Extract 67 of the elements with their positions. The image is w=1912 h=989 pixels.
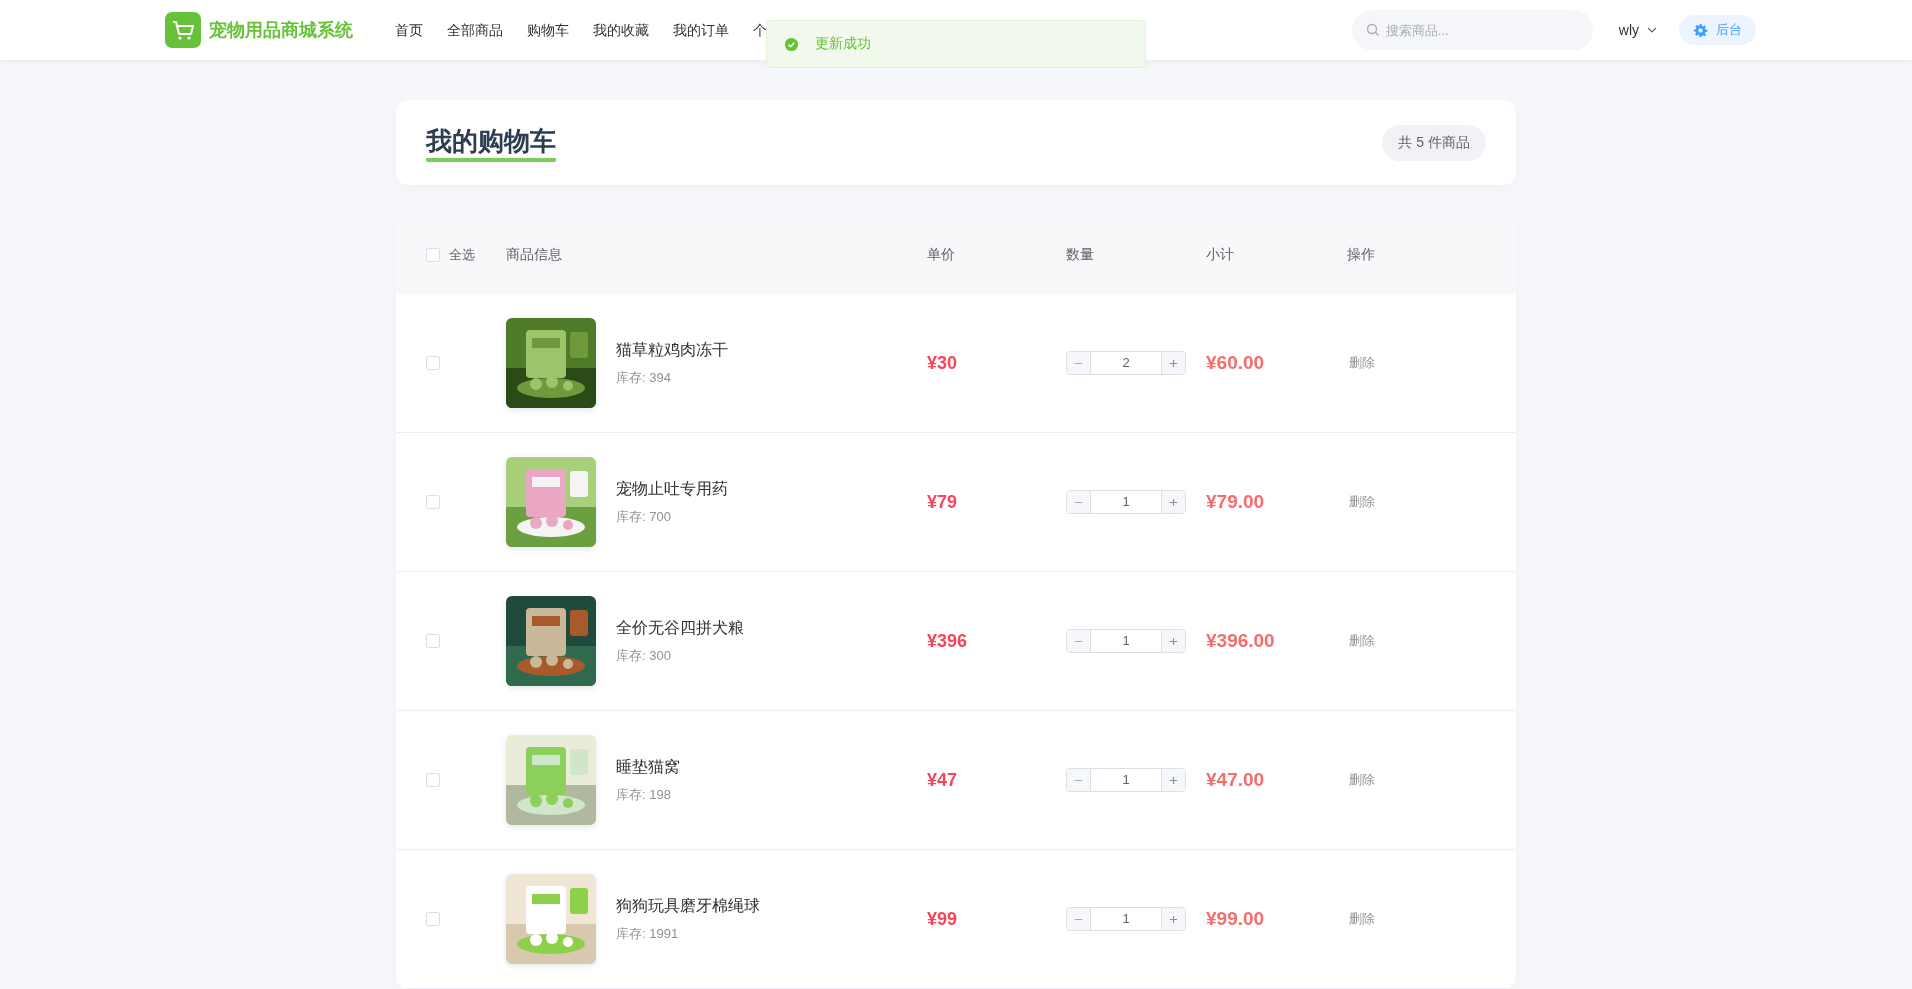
- row-checkbox[interactable]: [426, 912, 440, 926]
- stock-text: 库存: 700: [616, 507, 672, 526]
- row-checkbox[interactable]: [426, 495, 440, 509]
- product-name[interactable]: 睡垫猫窝: [616, 756, 680, 778]
- unit-price: ¥79: [927, 491, 958, 512]
- decrease-button[interactable]: [1067, 769, 1091, 791]
- subtotal: ¥79.00: [1206, 491, 1265, 512]
- subtotal: ¥396.00: [1206, 630, 1275, 651]
- increase-button[interactable]: [1161, 352, 1185, 374]
- select-all-label: 全选: [449, 245, 475, 264]
- plus-icon: [1169, 497, 1178, 507]
- column-header: 单价: [927, 245, 955, 262]
- page-title: 我的购物车: [426, 123, 556, 162]
- column-header: 商品信息: [506, 245, 562, 262]
- product-name[interactable]: 全价无谷四拼犬粮: [616, 617, 744, 639]
- check-circle-icon: [784, 36, 799, 52]
- nav-link[interactable]: 我的收藏: [581, 0, 661, 60]
- user-menu[interactable]: wly: [1618, 22, 1657, 38]
- column-header: 数量: [1066, 245, 1094, 262]
- nav-link[interactable]: 购物车: [515, 0, 581, 60]
- stock-text: 库存: 198: [616, 785, 672, 804]
- gear-icon: [1693, 22, 1708, 38]
- unit-price: ¥99: [927, 908, 958, 929]
- product-name[interactable]: 猫草粒鸡肉冻干: [616, 339, 728, 361]
- nav-link[interactable]: 全部商品: [435, 0, 515, 60]
- site-title: 宠物用品商城系统: [209, 19, 353, 42]
- subtotal: ¥47.00: [1206, 769, 1265, 790]
- decrease-button[interactable]: [1067, 491, 1091, 513]
- row-checkbox[interactable]: [426, 356, 440, 370]
- increase-button[interactable]: [1161, 491, 1185, 513]
- select-all-checkbox[interactable]: [426, 247, 440, 262]
- decrease-button[interactable]: [1067, 630, 1091, 652]
- increase-button[interactable]: [1161, 630, 1185, 652]
- column-header: 小计: [1206, 245, 1234, 262]
- subtotal: ¥99.00: [1206, 908, 1265, 929]
- stock-text: 库存: 1991: [616, 924, 680, 943]
- plus-icon: [1169, 775, 1178, 785]
- cart-logo-icon: [165, 12, 201, 48]
- quantity-field[interactable]: 2: [1091, 352, 1161, 374]
- product-name[interactable]: 狗狗玩具磨牙棉绳球: [616, 895, 760, 917]
- quantity-field[interactable]: 1: [1091, 491, 1161, 513]
- stock-text: 库存: 300: [616, 646, 672, 665]
- increase-button[interactable]: [1161, 769, 1185, 791]
- unit-price: ¥30: [927, 352, 958, 373]
- unit-price: ¥396: [927, 630, 968, 651]
- increase-button[interactable]: [1161, 908, 1185, 930]
- decrease-button[interactable]: [1067, 352, 1091, 374]
- plus-icon: [1169, 914, 1178, 924]
- row-checkbox[interactable]: [426, 634, 440, 648]
- quantity-field[interactable]: 1: [1091, 630, 1161, 652]
- plus-icon: [1169, 358, 1178, 368]
- quantity-field[interactable]: 1: [1091, 908, 1161, 930]
- stock-text: 库存: 394: [616, 368, 672, 387]
- plus-icon: [1169, 636, 1178, 646]
- nav-link[interactable]: 我的订单: [661, 0, 741, 60]
- toast-message: 更新成功: [815, 35, 871, 53]
- nav-link[interactable]: 首页: [383, 0, 435, 60]
- product-name[interactable]: 宠物止吐专用药: [616, 478, 728, 500]
- quantity-field[interactable]: 1: [1091, 769, 1161, 791]
- item-count-badge: 共 5 件商品: [1382, 124, 1486, 161]
- decrease-button[interactable]: [1067, 908, 1091, 930]
- search-field[interactable]: 搜索商品...: [1351, 10, 1593, 50]
- chevron-down-icon: [1647, 27, 1657, 33]
- unit-price: ¥47: [927, 769, 958, 790]
- row-checkbox[interactable]: [426, 773, 440, 787]
- subtotal: ¥60.00: [1206, 352, 1265, 373]
- column-header: 操作: [1347, 245, 1375, 262]
